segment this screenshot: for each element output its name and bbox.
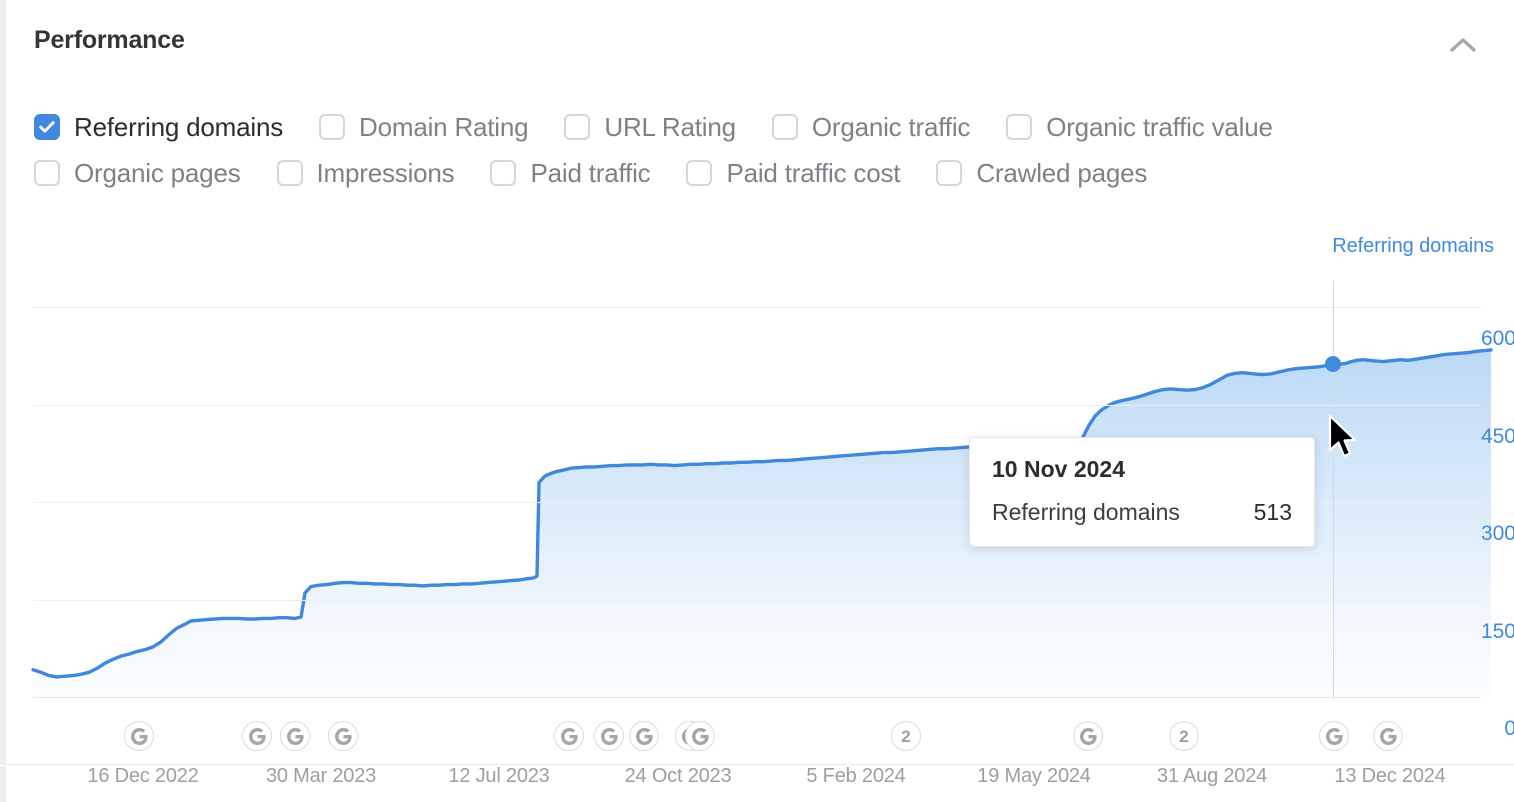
google-update-marker[interactable] bbox=[124, 721, 154, 751]
collapse-panel-button[interactable] bbox=[1446, 28, 1480, 62]
chart-x-tick-label: 24 Oct 2023 bbox=[625, 765, 732, 788]
checkbox-box[interactable] bbox=[686, 160, 712, 186]
checkbox-box[interactable] bbox=[1006, 114, 1032, 140]
metric-checkbox-label: Crawled pages bbox=[976, 160, 1147, 186]
event-count-marker[interactable]: 2 bbox=[891, 721, 921, 751]
google-update-marker[interactable] bbox=[1373, 721, 1403, 751]
google-g-icon bbox=[1080, 728, 1097, 745]
chart-y-tick-label: 150 bbox=[1481, 620, 1514, 644]
google-g-icon bbox=[1326, 728, 1343, 745]
metric-checkbox-paid-traffic-cost[interactable]: Paid traffic cost bbox=[686, 160, 900, 186]
checkbox-box[interactable] bbox=[936, 160, 962, 186]
google-g-icon bbox=[601, 728, 618, 745]
metric-checkbox-crawled-pages[interactable]: Crawled pages bbox=[936, 160, 1147, 186]
metric-checkbox-organic-traffic[interactable]: Organic traffic bbox=[772, 114, 970, 140]
metric-checkbox-paid-traffic[interactable]: Paid traffic bbox=[490, 160, 650, 186]
checkbox-box[interactable] bbox=[319, 114, 345, 140]
google-update-marker[interactable] bbox=[1319, 721, 1349, 751]
chart-baseline bbox=[33, 697, 1481, 698]
metric-checkbox-label: URL Rating bbox=[604, 114, 735, 140]
google-update-marker[interactable] bbox=[629, 721, 659, 751]
google-g-icon bbox=[1380, 728, 1397, 745]
metric-checkbox-label: Impressions bbox=[317, 160, 455, 186]
chevron-up-icon bbox=[1450, 37, 1476, 53]
metric-checkbox-referring-domains[interactable]: Referring domains bbox=[34, 114, 283, 140]
chart-axis-title: Referring domains bbox=[1332, 235, 1494, 258]
metric-row-2: Organic pages Impressions Paid traffic Paid… bbox=[34, 150, 1474, 196]
chart-highlight-point bbox=[1325, 356, 1341, 372]
metric-checkbox-url-rating[interactable]: URL Rating bbox=[564, 114, 735, 140]
chart-x-tick-label: 30 Mar 2023 bbox=[266, 765, 376, 788]
google-g-icon bbox=[692, 728, 709, 745]
google-update-marker[interactable] bbox=[1073, 721, 1103, 751]
panel-below bbox=[6, 766, 1514, 802]
panel-header: Performance bbox=[28, 26, 1480, 68]
chart-tooltip: 10 Nov 2024 Referring domains 513 bbox=[969, 437, 1315, 547]
metric-checkbox-domain-rating[interactable]: Domain Rating bbox=[319, 114, 528, 140]
chart-y-tick-label: 0 bbox=[1504, 717, 1514, 741]
checkbox-box[interactable] bbox=[34, 114, 60, 140]
metric-row-1: Referring domains Domain Rating URL Rating… bbox=[34, 104, 1474, 150]
google-update-marker[interactable] bbox=[554, 721, 584, 751]
chart-x-tick-label: 12 Jul 2023 bbox=[448, 765, 549, 788]
google-g-icon bbox=[131, 728, 148, 745]
event-count-marker[interactable]: 2 bbox=[1169, 721, 1199, 751]
tooltip-date: 10 Nov 2024 bbox=[992, 456, 1292, 483]
metric-checkbox-label: Organic traffic value bbox=[1046, 114, 1273, 140]
checkbox-box[interactable] bbox=[34, 160, 60, 186]
chart-x-tick-label: 19 May 2024 bbox=[977, 765, 1090, 788]
google-update-marker[interactable] bbox=[328, 721, 358, 751]
metric-checkbox-label: Paid traffic bbox=[530, 160, 650, 186]
chart-x-tick-label: 13 Dec 2024 bbox=[1334, 765, 1445, 788]
chart-x-tick-label: 16 Dec 2022 bbox=[87, 765, 198, 788]
metric-checkbox-label: Organic traffic bbox=[812, 114, 970, 140]
metric-checkbox-label: Paid traffic cost bbox=[726, 160, 900, 186]
checkbox-box[interactable] bbox=[564, 114, 590, 140]
metric-checkbox-impressions[interactable]: Impressions bbox=[277, 160, 455, 186]
google-g-icon bbox=[636, 728, 653, 745]
checkmark-icon bbox=[39, 121, 55, 134]
metric-checkbox-label: Domain Rating bbox=[359, 114, 528, 140]
google-update-marker[interactable] bbox=[594, 721, 624, 751]
metric-checkbox-organic-traffic-value[interactable]: Organic traffic value bbox=[1006, 114, 1273, 140]
performance-panel-root: Performance Referring domains Domain Rati… bbox=[0, 0, 1514, 802]
google-update-marker[interactable] bbox=[685, 721, 715, 751]
google-g-icon bbox=[287, 728, 304, 745]
google-g-icon bbox=[335, 728, 352, 745]
chart-gridline bbox=[33, 600, 1481, 601]
event-count-label: 2 bbox=[901, 728, 910, 745]
checkbox-box[interactable] bbox=[490, 160, 516, 186]
chart-y-tick-label: 300 bbox=[1481, 522, 1514, 546]
tooltip-metric-value: 513 bbox=[1254, 499, 1292, 526]
chart-x-tick-label: 31 Aug 2024 bbox=[1157, 765, 1267, 788]
google-g-icon bbox=[561, 728, 578, 745]
google-update-marker[interactable] bbox=[280, 721, 310, 751]
metric-checkbox-group: Referring domains Domain Rating URL Rating… bbox=[34, 104, 1474, 196]
checkbox-box[interactable] bbox=[277, 160, 303, 186]
metric-checkbox-label: Organic pages bbox=[74, 160, 241, 186]
checkbox-box[interactable] bbox=[772, 114, 798, 140]
chart-gridline bbox=[33, 405, 1481, 406]
event-count-label: 2 bbox=[1179, 728, 1188, 745]
google-g-icon bbox=[249, 728, 266, 745]
chart-hover-line bbox=[1333, 281, 1334, 699]
tooltip-metric-row: Referring domains 513 bbox=[992, 499, 1292, 526]
chart-gridline bbox=[33, 307, 1481, 308]
chart-y-tick-label: 450 bbox=[1481, 425, 1514, 449]
chart-x-tick-label: 5 Feb 2024 bbox=[806, 765, 905, 788]
google-update-marker[interactable] bbox=[242, 721, 272, 751]
metric-checkbox-organic-pages[interactable]: Organic pages bbox=[34, 160, 241, 186]
tooltip-metric-name: Referring domains bbox=[992, 499, 1180, 526]
metric-checkbox-label: Referring domains bbox=[74, 114, 283, 140]
chart-y-tick-label: 600 bbox=[1481, 327, 1514, 351]
page-title: Performance bbox=[34, 26, 185, 55]
